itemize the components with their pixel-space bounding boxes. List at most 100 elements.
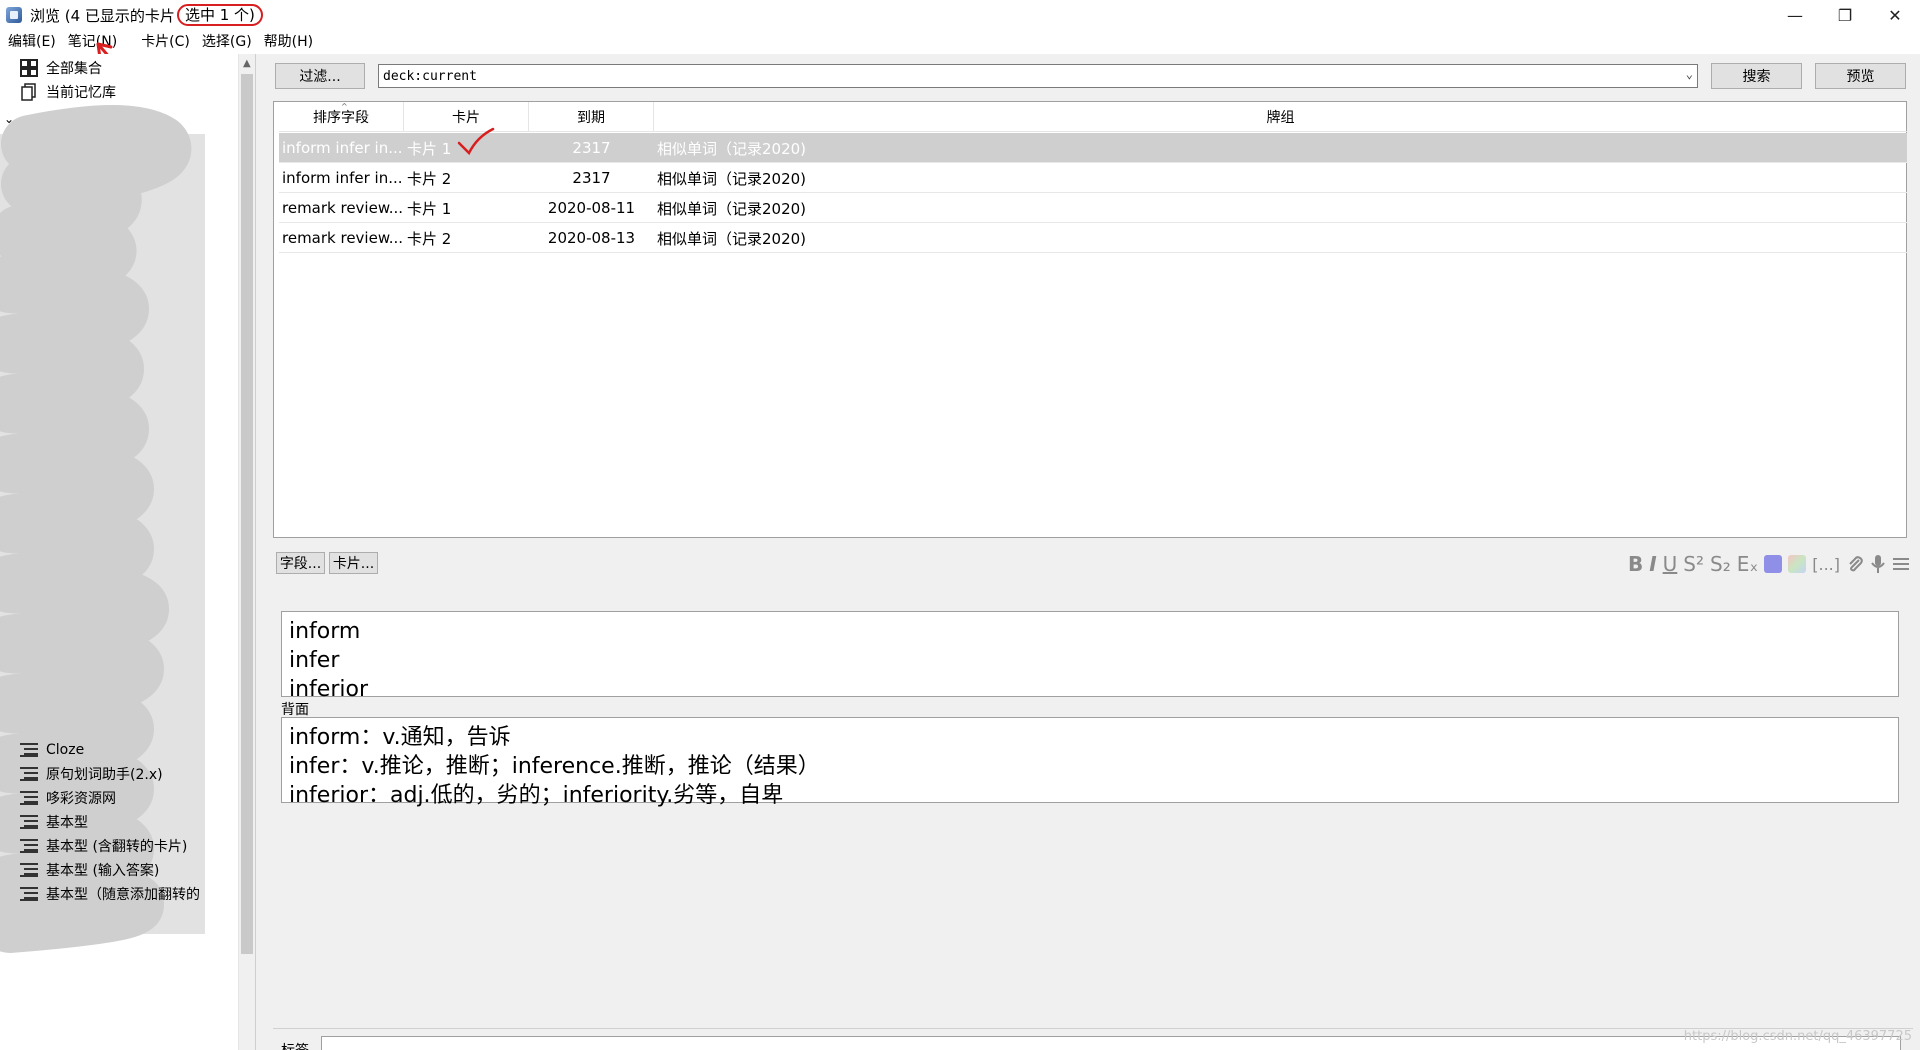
sidebar-item-all-collection[interactable]: 全部集合 — [20, 56, 102, 80]
subscript-icon[interactable]: S₂ — [1710, 552, 1731, 576]
sidebar-notetype-item[interactable]: 哆彩资源网 — [20, 786, 116, 810]
back-text-cn: 低的，劣的； — [430, 783, 563, 808]
minimize-button[interactable]: — — [1770, 0, 1820, 30]
table-row[interactable]: remark review... 卡片 1 2020-08-11 相似单词（记录… — [279, 193, 1907, 223]
cell-deck: 相似单词（记录2020) — [657, 139, 807, 158]
back-text-en: inferiority. — [562, 783, 674, 808]
title-bar: 浏览 (4 已显示的卡片 选中 1 个) — ❐ ✕ — [0, 0, 1920, 30]
cell-sort-field: remark review... — [282, 229, 404, 247]
cell-due: 2317 — [572, 139, 611, 157]
deck-icon — [20, 83, 38, 101]
scrollbar-thumb[interactable] — [241, 74, 253, 954]
window-controls: — ❐ ✕ — [1770, 0, 1920, 30]
cell-due: 2020-08-11 — [547, 199, 636, 217]
cards-button[interactable]: 卡片... — [329, 552, 378, 574]
sidebar: 全部集合 当前记忆库 ⌄ Cloze 原句划词助手(2.x) 哆彩资源网 基本型… — [0, 54, 256, 1050]
sidebar-scrollbar[interactable]: ▲ — [238, 54, 255, 1050]
search-button[interactable]: 搜索 — [1711, 63, 1802, 89]
sidebar-item-label: 当前记忆库 — [46, 85, 116, 101]
main-panel: 过滤... deck:current ⌄ 搜索 预览 ^ 排序字段 卡片 到期 … — [257, 54, 1920, 1050]
underline-icon[interactable]: U — [1663, 552, 1678, 576]
format-toolbar: B I U S² S₂ Eₓ [...] — [1628, 552, 1910, 576]
chevron-down-icon[interactable]: ⌄ — [4, 112, 14, 126]
sidebar-notetype-item[interactable]: 原句划词助手(2.x) — [20, 762, 163, 786]
tags-label: 标签 — [281, 1040, 309, 1050]
text-color-icon[interactable] — [1764, 555, 1783, 573]
note-type-icon — [20, 862, 38, 878]
more-menu-icon[interactable] — [1892, 556, 1910, 572]
fields-button[interactable]: 字段... — [276, 552, 325, 574]
back-text-en: inform：v. — [289, 725, 401, 750]
sort-indicator-icon: ^ — [341, 102, 348, 111]
card-table[interactable]: ^ 排序字段 卡片 到期 牌组 inform infer in... 卡片 1 … — [273, 101, 1907, 538]
menu-bar: 编辑(E) 笔记(N) 卡片(C) 选择(G) 帮助(H) — [0, 30, 1920, 54]
note-type-icon — [20, 886, 38, 902]
back-field[interactable]: inform：v.通知，告诉 infer：v.推论，推断；inference.推… — [281, 717, 1899, 808]
back-text-cn: 劣等，自卑 — [673, 783, 784, 808]
note-type-icon — [20, 766, 38, 782]
note-type-icon — [20, 742, 38, 758]
back-text-en: infer：v. — [289, 754, 380, 779]
app-icon — [6, 7, 22, 23]
red-checkmark-annotation — [457, 127, 495, 156]
sidebar-item-label: 基本型 (输入答案) — [46, 863, 160, 879]
menu-help[interactable]: 帮助(H) — [260, 30, 321, 54]
menu-card[interactable]: 卡片(C) — [137, 30, 198, 54]
cell-deck: 相似单词（记录2020) — [657, 199, 807, 218]
note-type-icon — [20, 790, 38, 806]
window-title: 浏览 (4 已显示的卡片 — [30, 6, 175, 25]
attach-icon[interactable] — [1846, 555, 1864, 573]
sidebar-item-label: 基本型 — [46, 815, 88, 831]
cloze-icon[interactable]: [...] — [1812, 555, 1840, 574]
bold-icon[interactable]: B — [1628, 552, 1643, 576]
clear-format-icon[interactable]: Eₓ — [1737, 552, 1759, 576]
search-input[interactable]: deck:current ⌄ — [378, 64, 1698, 88]
preview-button[interactable]: 预览 — [1815, 63, 1906, 89]
maximize-button[interactable]: ❐ — [1820, 0, 1870, 30]
cards-stack-icon — [20, 59, 38, 77]
selected-count-annotation: 选中 1 个) — [176, 4, 263, 26]
back-text-en: inferior：adj. — [289, 783, 431, 808]
sidebar-item-current-deck[interactable]: 当前记忆库 — [20, 80, 116, 104]
sidebar-notetype-cloze[interactable]: Cloze — [20, 738, 84, 762]
back-line: inform：v.通知，告诉 — [289, 723, 1891, 752]
sidebar-notetype-item[interactable]: 基本型 (含翻转的卡片) — [20, 834, 187, 858]
highlight-color-icon[interactable] — [1788, 555, 1807, 573]
italic-icon[interactable]: I — [1649, 552, 1656, 576]
note-type-icon — [20, 838, 38, 854]
back-line: inferior：adj.低的，劣的；inferiority.劣等，自卑 — [289, 781, 1891, 810]
cell-sort-field: remark review... — [282, 199, 404, 217]
front-line: inferior — [289, 677, 368, 702]
sidebar-notetype-item[interactable]: 基本型 (输入答案) — [20, 858, 159, 882]
menu-edit[interactable]: 编辑(E) — [4, 30, 64, 54]
column-header-due[interactable]: 到期 — [529, 102, 654, 132]
sidebar-item-label: Cloze — [46, 742, 85, 758]
menu-select[interactable]: 选择(G) — [198, 30, 260, 54]
cell-card: 卡片 2 — [407, 169, 452, 188]
column-label: 到期 — [577, 110, 605, 126]
table-row[interactable]: inform infer in... 卡片 2 2317 相似单词（记录2020… — [279, 163, 1907, 193]
cell-sort-field: inform infer in... — [282, 169, 403, 187]
table-row[interactable]: remark review... 卡片 2 2020-08-13 相似单词（记录… — [279, 223, 1907, 253]
column-label: 卡片 — [452, 110, 480, 126]
sidebar-item-label: 全部集合 — [46, 61, 102, 77]
chevron-down-icon[interactable]: ⌄ — [1686, 67, 1693, 81]
cell-due: 2020-08-13 — [547, 229, 636, 247]
sidebar-item-label: 基本型（随意添加翻转的 — [46, 887, 200, 903]
watermark: https://blog.csdn.net/qq_46397725 — [1683, 1029, 1912, 1044]
column-header-deck[interactable]: 牌组 — [654, 102, 1907, 132]
tags-input[interactable] — [321, 1036, 1901, 1050]
superscript-icon[interactable]: S² — [1683, 552, 1704, 576]
microphone-icon[interactable] — [1870, 554, 1886, 574]
filter-button[interactable]: 过滤... — [275, 63, 365, 89]
close-button[interactable]: ✕ — [1870, 0, 1920, 30]
front-line: inform — [289, 619, 361, 644]
cell-due: 2317 — [572, 169, 611, 187]
sidebar-notetype-item[interactable]: 基本型（随意添加翻转的 — [20, 882, 200, 906]
sidebar-notetype-item[interactable]: 基本型 — [20, 810, 88, 834]
front-field[interactable]: inform infer inferior — [281, 611, 1899, 702]
column-header-sort-field[interactable]: ^ 排序字段 — [279, 102, 404, 132]
scroll-up-arrow-icon[interactable]: ▲ — [243, 58, 251, 69]
table-row[interactable]: inform infer in... 卡片 1 2317 相似单词（记录2020… — [279, 133, 1907, 163]
back-field-label: 背面 — [281, 702, 309, 718]
